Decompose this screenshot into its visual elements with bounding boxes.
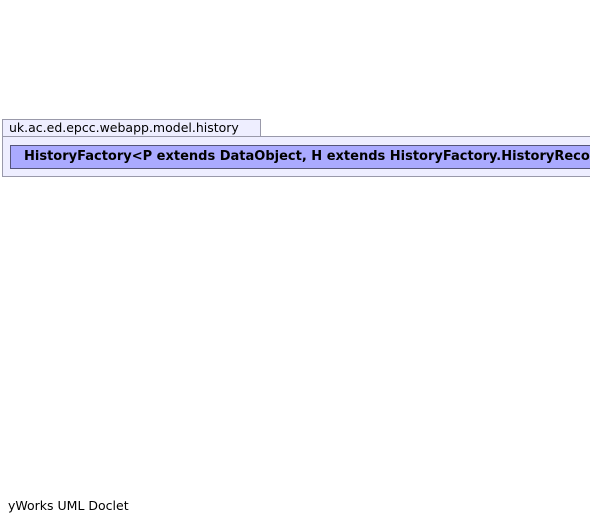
class-box[interactable]: HistoryFactory<P extends DataObject, H e… xyxy=(10,145,590,169)
class-name: HistoryFactory<P extends DataObject, H e… xyxy=(24,149,590,164)
package-tab: uk.ac.ed.epcc.webapp.model.history xyxy=(2,119,261,136)
package-name: uk.ac.ed.epcc.webapp.model.history xyxy=(9,120,239,135)
footer-credit: yWorks UML Doclet xyxy=(8,498,129,513)
